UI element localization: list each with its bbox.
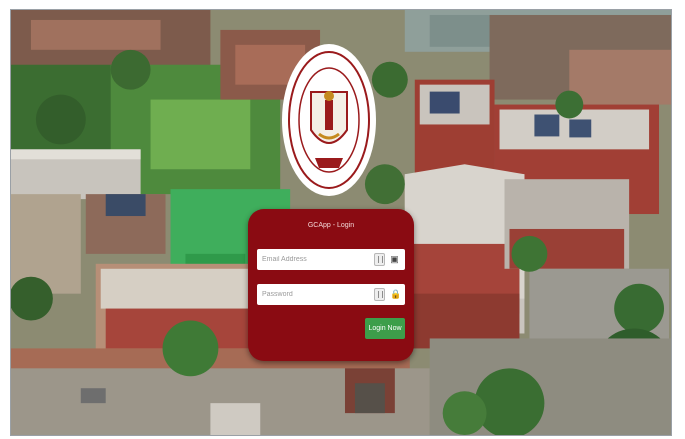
login-title: GCApp - Login [307, 222, 355, 229]
id-card-icon: ▣ [390, 254, 399, 264]
password-field[interactable]: 🔒 [257, 284, 405, 305]
password-input[interactable] [257, 284, 369, 305]
lock-icon: 🔒 [390, 289, 402, 299]
login-button[interactable]: Login Now [365, 318, 405, 339]
college-emblem-logo [282, 44, 376, 196]
login-card: GCApp - Login ▣ 🔒 Login Now [248, 209, 414, 361]
screenshot-frame: GCApp - Login ▣ 🔒 Login Now [10, 9, 672, 436]
autofill-key-icon[interactable] [374, 253, 385, 266]
email-field[interactable]: ▣ [257, 249, 405, 270]
email-input[interactable] [257, 249, 369, 270]
autofill-key-icon[interactable] [374, 288, 385, 301]
